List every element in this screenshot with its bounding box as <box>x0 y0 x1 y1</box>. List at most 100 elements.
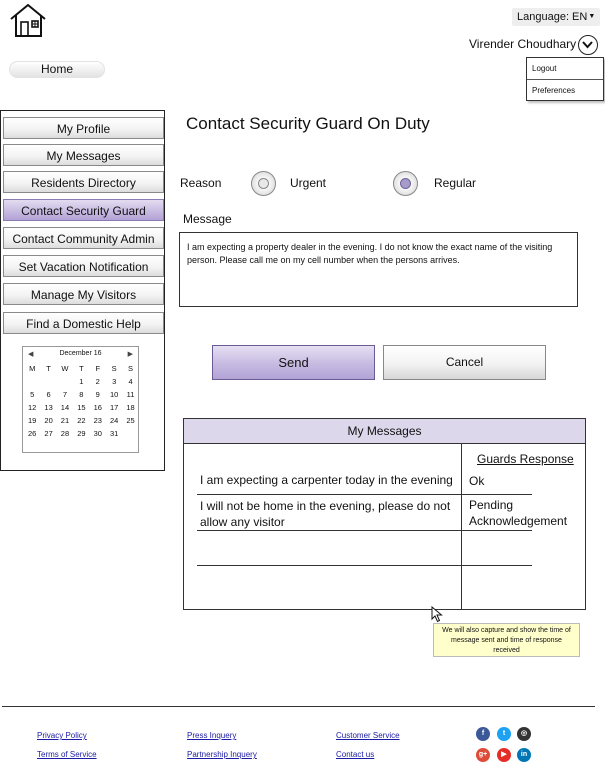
calendar-day[interactable]: 29 <box>73 427 89 440</box>
calendar-day[interactable]: 19 <box>24 414 40 427</box>
radio-urgent-label: Urgent <box>290 176 327 190</box>
terms-of-service-link[interactable]: Terms of Service <box>37 750 97 759</box>
logout-menu-item[interactable]: Logout <box>527 58 603 79</box>
calendar-day[interactable]: 2 <box>90 375 106 388</box>
calendar-weekday: S <box>128 364 134 373</box>
language-selector[interactable]: Language: EN▼ <box>512 8 601 26</box>
calendar-weekday: W <box>61 364 69 373</box>
message-row-2-text: I will not be home in the evening, pleas… <box>200 499 451 529</box>
calendar-day[interactable]: 24 <box>106 414 122 427</box>
calendar-day[interactable]: 27 <box>40 427 56 440</box>
calendar-day[interactable]: 13 <box>40 401 56 414</box>
twitter-icon[interactable]: t <box>497 727 511 741</box>
radio-urgent[interactable] <box>251 171 276 196</box>
message-textarea[interactable]: I am expecting a property dealer in the … <box>179 232 578 307</box>
calendar-week-row: 19 20 21 22 23 24 25 <box>24 414 139 427</box>
calendar-day[interactable]: 25 <box>122 414 138 427</box>
calendar-day <box>40 375 56 388</box>
radio-regular[interactable] <box>393 171 418 196</box>
radio-regular-label: Regular <box>434 176 477 190</box>
message-row-1-text: I am expecting a carpenter today in the … <box>200 473 453 487</box>
reason-label: Reason <box>180 176 222 190</box>
calendar-day[interactable]: 12 <box>24 401 40 414</box>
calendar-day[interactable]: 20 <box>40 414 56 427</box>
cancel-button[interactable]: Cancel <box>383 345 546 380</box>
calendar-day <box>122 427 138 440</box>
annotation-tooltip: We will also capture and show the time o… <box>433 623 580 657</box>
calendar-day[interactable]: 8 <box>73 388 89 401</box>
calendar-week-row: 1234 <box>24 375 139 388</box>
row-divider <box>197 565 532 566</box>
sidebar-item-set-vacation-notification[interactable]: Set Vacation Notification <box>3 255 164 277</box>
calendar-day[interactable]: 17 <box>106 401 122 414</box>
linkedin-icon[interactable]: in <box>517 748 531 762</box>
radio-dot <box>400 178 411 189</box>
contact-us-link[interactable]: Contact us <box>336 750 374 759</box>
sidebar-item-my-messages[interactable]: My Messages <box>3 144 164 166</box>
calendar-widget: ◀ December 16 ▶ M T W T F S S 1 2 3 4 5 6 7 8 9 10 11 12 13… <box>22 346 139 453</box>
customer-service-link[interactable]: Customer Service <box>336 731 400 740</box>
calendar-day[interactable]: 15 <box>73 401 89 414</box>
calendar-day <box>24 375 40 388</box>
calendar-next-icon[interactable]: ▶ <box>128 350 133 358</box>
calendar-day[interactable]: 16 <box>90 401 106 414</box>
calendar-day[interactable]: 21 <box>57 414 73 427</box>
instagram-icon[interactable]: ◎ <box>517 727 531 741</box>
calendar-weekday-row: MTWTFSS <box>24 362 139 375</box>
user-dropdown-menu: Logout Preferences <box>526 57 604 101</box>
calendar-day[interactable]: 5 <box>24 388 40 401</box>
calendar-day[interactable]: 26 <box>24 427 40 440</box>
calendar-weekday: T <box>79 364 84 373</box>
calendar-day[interactable]: 10 <box>106 388 122 401</box>
row-divider <box>197 530 532 531</box>
calendar-day[interactable]: 18 <box>122 401 138 414</box>
preferences-menu-item[interactable]: Preferences <box>527 79 603 100</box>
calendar-day[interactable]: 28 <box>57 427 73 440</box>
partnership-inquery-link[interactable]: Partnership Inquery <box>187 750 257 759</box>
user-name: Virender Choudhary <box>469 37 577 51</box>
google-plus-icon[interactable]: g+ <box>476 748 490 762</box>
chevron-down-icon: ▼ <box>588 13 596 20</box>
calendar-month-title: December 16 <box>59 350 102 357</box>
calendar-day[interactable]: 11 <box>122 388 138 401</box>
sidebar-item-contact-community-admin[interactable]: Contact Community Admin <box>3 227 164 249</box>
calendar-week-row: 12 13 14 15 16 17 18 <box>24 401 139 414</box>
sidebar-item-my-profile[interactable]: My Profile <box>3 117 164 139</box>
calendar-day[interactable]: 3 <box>106 375 122 388</box>
sidebar-item-contact-security-guard[interactable]: Contact Security Guard <box>3 199 164 221</box>
calendar-day[interactable]: 22 <box>73 414 89 427</box>
user-menu-toggle[interactable] <box>578 35 598 55</box>
send-button[interactable]: Send <box>212 345 375 380</box>
my-messages-panel: My Messages Guards Response I am expecti… <box>183 418 586 610</box>
calendar-day[interactable]: 1 <box>73 375 89 388</box>
calendar-day[interactable]: 7 <box>57 388 73 401</box>
my-messages-title: My Messages <box>184 419 585 444</box>
calendar-day[interactable]: 4 <box>122 375 138 388</box>
footer-divider <box>2 706 595 707</box>
row-divider <box>197 494 532 495</box>
calendar-day[interactable]: 31 <box>106 427 122 440</box>
calendar-day[interactable]: 9 <box>90 388 106 401</box>
sidebar-item-find-domestic-help[interactable]: Find a Domestic Help <box>3 312 164 334</box>
calendar-day[interactable]: 30 <box>90 427 106 440</box>
youtube-icon[interactable]: ▶ <box>497 748 511 762</box>
calendar-day[interactable]: 23 <box>90 414 106 427</box>
chevron-down-icon <box>582 41 593 49</box>
home-tab[interactable]: Home <box>9 61 105 78</box>
calendar-weekday: S <box>111 364 117 373</box>
calendar-day[interactable]: 6 <box>40 388 56 401</box>
press-inquery-link[interactable]: Press Inquery <box>187 731 236 740</box>
home-logo-icon[interactable] <box>8 2 50 38</box>
calendar-week-row: 26 27 28 29 30 31 <box>24 427 139 440</box>
calendar-day <box>57 375 73 388</box>
mouse-pointer-icon <box>431 605 443 623</box>
page-title: Contact Security Guard On Duty <box>186 114 430 133</box>
privacy-policy-link[interactable]: Privacy Policy <box>37 731 87 740</box>
facebook-icon[interactable]: f <box>476 727 490 741</box>
calendar-day[interactable]: 14 <box>57 401 73 414</box>
sidebar-item-manage-my-visitors[interactable]: Manage My Visitors <box>3 283 164 305</box>
message-row-2-response: Pending Acknowledgement <box>469 498 568 528</box>
sidebar-item-residents-directory[interactable]: Residents Directory <box>3 171 164 193</box>
message-label: Message <box>183 212 232 226</box>
radio-dot <box>258 178 269 189</box>
